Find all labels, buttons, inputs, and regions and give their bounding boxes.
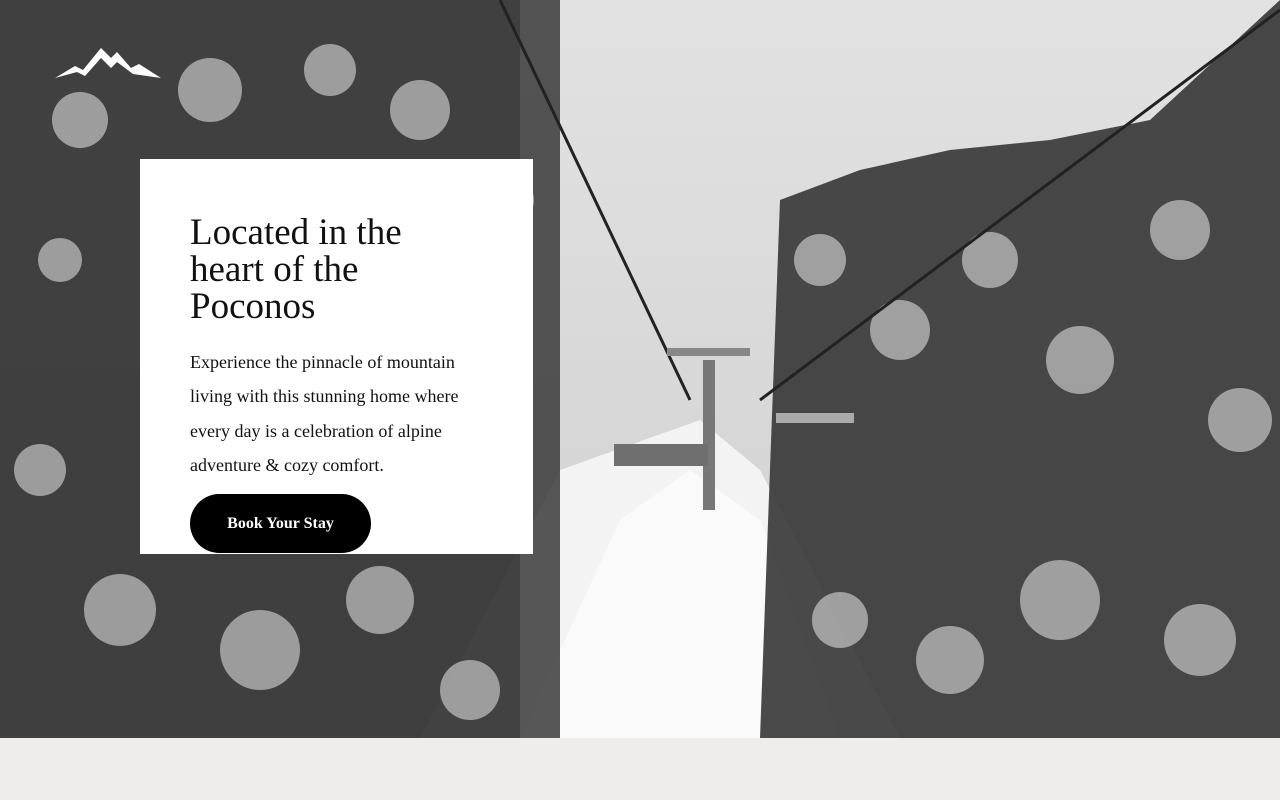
hero-section: Located in the heart of the Poconos Expe…: [0, 0, 1280, 738]
mountain-logo-icon[interactable]: [55, 44, 161, 80]
hero-heading: Located in the heart of the Poconos: [190, 212, 402, 327]
hero-description: Experience the pinnacle of mountain livi…: [190, 352, 459, 475]
footer-band: [0, 738, 1280, 800]
hero-card: Located in the heart of the Poconos Expe…: [140, 159, 533, 554]
book-your-stay-button[interactable]: Book Your Stay: [190, 494, 371, 554]
